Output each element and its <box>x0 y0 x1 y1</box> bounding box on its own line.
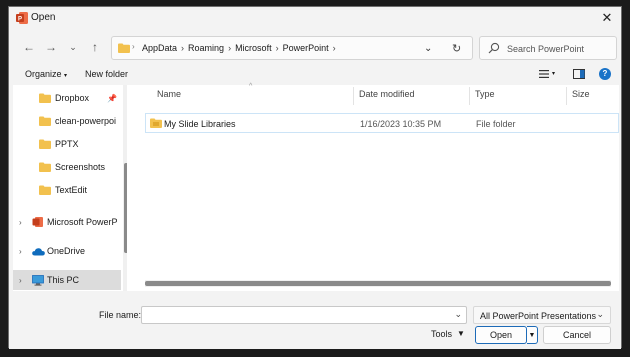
back-button[interactable]: ← <box>21 39 37 55</box>
help-icon[interactable]: ? <box>599 68 611 80</box>
open-dialog: P Open ✕ ← → ⌄ ↑ › AppData › Roaming › M… <box>8 6 622 349</box>
command-bar: Organize ▾ New folder ▾ ? <box>9 65 621 85</box>
breadcrumb-appdata[interactable]: AppData <box>142 43 177 53</box>
search-placeholder: Search PowerPoint <box>507 44 585 54</box>
breadcrumb-roaming[interactable]: Roaming <box>188 43 224 53</box>
folder-icon <box>39 162 51 172</box>
refresh-icon[interactable]: ↻ <box>452 42 461 55</box>
sidebar-item-clean-powerpoint[interactable]: clean-powerpoi <box>13 111 121 131</box>
sidebar-item-label: Microsoft PowerP <box>47 217 118 227</box>
chevron-right-icon[interactable]: › <box>333 43 336 53</box>
cancel-button[interactable]: Cancel <box>543 326 611 344</box>
forward-button[interactable]: → <box>43 39 59 55</box>
pin-icon: 📌 <box>107 93 117 103</box>
close-button[interactable]: ✕ <box>599 10 615 26</box>
sidebar-item-label: Dropbox <box>55 93 90 103</box>
file-list-scrollbar[interactable] <box>145 280 611 287</box>
recent-locations-button[interactable]: ⌄ <box>65 39 81 55</box>
search-icon <box>488 42 500 54</box>
table-row[interactable]: My Slide Libraries 1/16/2023 10:35 PM Fi… <box>145 113 619 133</box>
folder-icon <box>39 185 51 195</box>
open-button[interactable]: Open <box>475 326 527 344</box>
filename-input[interactable]: ⌄ <box>141 306 467 324</box>
view-options-icon[interactable] <box>539 69 551 79</box>
folder-icon <box>39 93 51 103</box>
sort-caret-icon: ^ <box>249 83 253 90</box>
file-list: ^ Name Date modified Type Size My Slide … <box>133 83 619 291</box>
file-type: File folder <box>476 119 516 129</box>
powerpoint-icon: P <box>16 12 28 24</box>
folder-icon <box>118 43 130 53</box>
navigation-bar: ← → ⌄ ↑ › AppData › Roaming › Microsoft … <box>9 33 621 61</box>
library-folder-icon <box>150 118 162 128</box>
navigation-pane: Dropbox 📌 clean-powerpoi PPTX Screenshot… <box>13 85 127 291</box>
sidebar-item-label: clean-powerpoi <box>55 116 117 126</box>
sidebar-item-microsoft-powerpoint[interactable]: › Microsoft PowerP <box>13 212 121 232</box>
caret-down-icon: ▾ <box>64 73 68 79</box>
content-area: Dropbox 📌 clean-powerpoi PPTX Screenshot… <box>13 83 619 291</box>
window-title: Open <box>31 12 56 23</box>
breadcrumb: AppData › Roaming › Microsoft › PowerPoi… <box>142 43 336 53</box>
folder-icon <box>39 116 51 126</box>
chevron-right-icon: › <box>275 43 279 53</box>
file-type-filter[interactable]: All PowerPoint Presentations ⌄ <box>473 306 611 324</box>
chevron-right-icon[interactable]: › <box>19 218 22 227</box>
open-options-dropdown[interactable]: ▼ <box>527 326 538 344</box>
column-divider[interactable] <box>353 87 354 105</box>
powerpoint-icon <box>32 217 43 227</box>
view-dropdown-icon[interactable]: ▾ <box>552 70 555 77</box>
column-header-date-modified[interactable]: Date modified <box>359 89 415 99</box>
caret-down-icon[interactable]: ▼ <box>457 329 465 338</box>
tools-button[interactable]: Tools <box>431 329 452 339</box>
breadcrumb-microsoft[interactable]: Microsoft <box>235 43 272 53</box>
sidebar-item-pptx[interactable]: PPTX <box>13 134 121 154</box>
new-folder-button[interactable]: New folder <box>85 69 128 79</box>
chevron-down-icon[interactable]: ⌄ <box>424 43 432 54</box>
chevron-right-icon[interactable]: › <box>19 247 22 256</box>
column-header-size[interactable]: Size <box>572 89 590 99</box>
onedrive-icon <box>32 247 45 255</box>
path-root-separator: › <box>132 42 135 51</box>
navigation-scrollbar[interactable] <box>123 85 127 291</box>
column-header-name[interactable]: Name <box>157 89 181 99</box>
column-header-type[interactable]: Type <box>475 89 495 99</box>
sidebar-item-dropbox[interactable]: Dropbox 📌 <box>13 88 121 108</box>
column-divider[interactable] <box>469 87 470 105</box>
chevron-down-icon[interactable]: ⌄ <box>454 309 462 320</box>
sidebar-item-label: This PC <box>47 275 80 285</box>
sidebar-item-label: TextEdit <box>55 185 88 195</box>
address-bar[interactable]: › AppData › Roaming › Microsoft › PowerP… <box>111 36 473 60</box>
dialog-footer: File name: ⌄ All PowerPoint Presentation… <box>9 291 621 349</box>
file-name: My Slide Libraries <box>164 119 236 129</box>
filename-label: File name: <box>99 310 142 320</box>
column-divider[interactable] <box>566 87 567 105</box>
search-box[interactable]: Search PowerPoint <box>479 36 617 60</box>
folder-icon <box>39 139 51 149</box>
preview-pane-icon[interactable] <box>573 69 585 79</box>
organize-button[interactable]: Organize ▾ <box>25 69 67 79</box>
svg-text:P: P <box>18 17 22 23</box>
sidebar-item-textedit[interactable]: TextEdit <box>13 180 121 200</box>
sidebar-item-label: OneDrive <box>47 246 86 256</box>
caret-down-icon: ▼ <box>528 331 536 339</box>
up-button[interactable]: ↑ <box>87 39 103 55</box>
chevron-right-icon: › <box>181 43 185 53</box>
sidebar-item-this-pc[interactable]: › This PC <box>13 270 121 290</box>
chevron-down-icon: ⌄ <box>596 309 604 319</box>
chevron-right-icon[interactable]: › <box>19 276 22 285</box>
sidebar-item-onedrive[interactable]: › OneDrive <box>13 241 121 261</box>
scrollbar-thumb[interactable] <box>124 163 127 253</box>
chevron-right-icon: › <box>228 43 232 53</box>
file-type-filter-label: All PowerPoint Presentations <box>480 311 597 321</box>
sidebar-item-screenshots[interactable]: Screenshots <box>13 157 121 177</box>
monitor-icon <box>32 274 44 286</box>
title-bar: P Open ✕ <box>9 7 621 29</box>
sidebar-item-label: Screenshots <box>55 162 106 172</box>
scrollbar-thumb[interactable] <box>145 281 611 286</box>
sidebar-item-label: PPTX <box>55 139 79 149</box>
organize-label: Organize <box>25 69 62 79</box>
breadcrumb-powerpoint[interactable]: PowerPoint <box>283 43 329 53</box>
file-date-modified: 1/16/2023 10:35 PM <box>360 119 442 129</box>
